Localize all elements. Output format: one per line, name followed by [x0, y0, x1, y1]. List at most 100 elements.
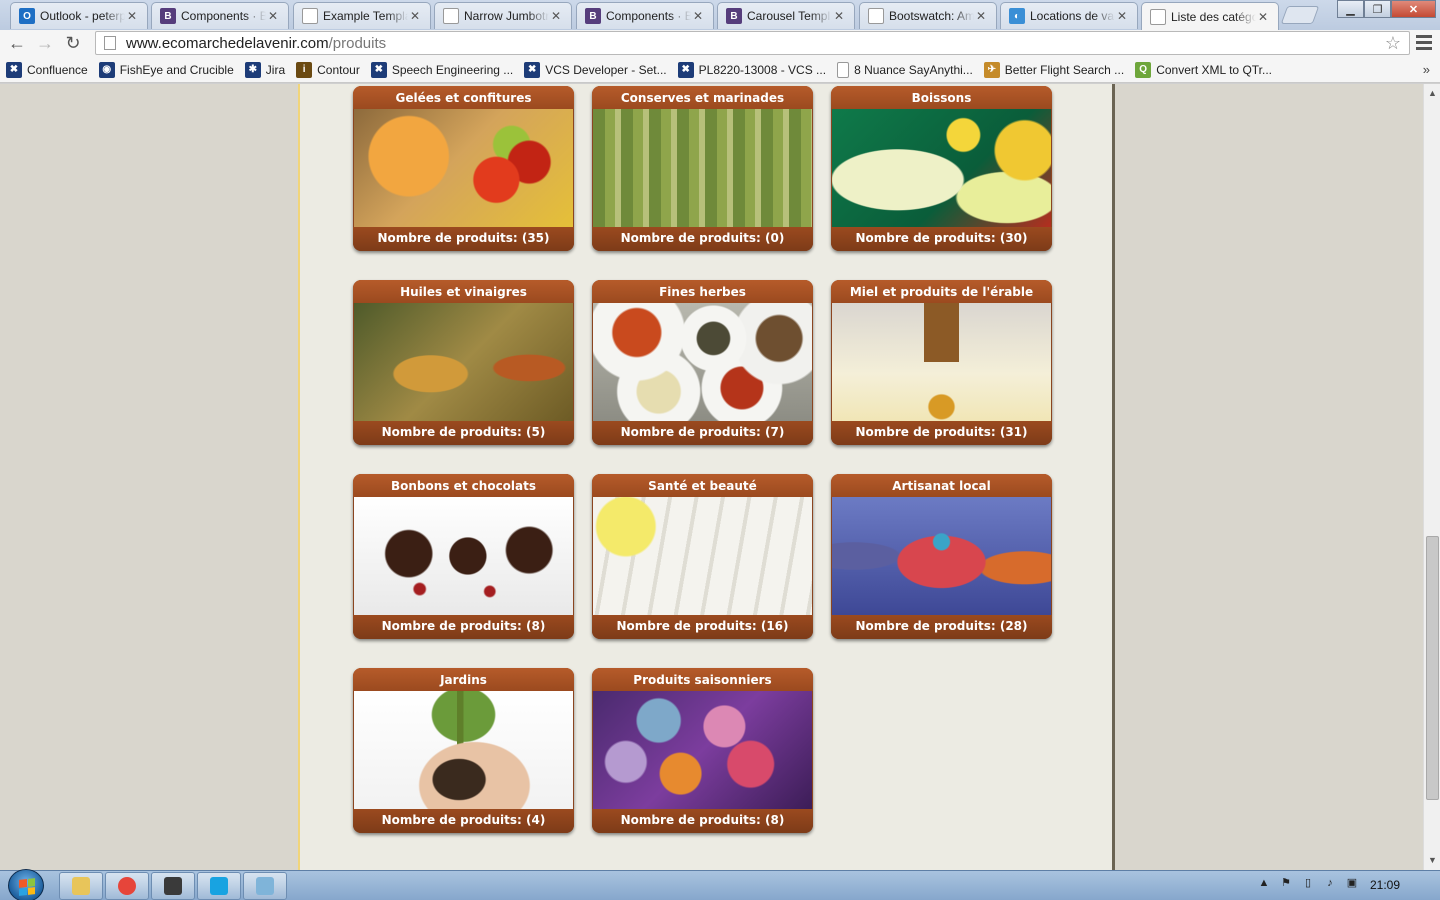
address-bar[interactable]: www.ecomarchedelavenir.com/produits ☆ — [95, 31, 1410, 55]
category-title[interactable]: Bonbons et chocolats — [353, 474, 574, 497]
back-arrow-icon[interactable]: ← — [3, 32, 31, 56]
category-image[interactable] — [593, 109, 812, 227]
browser-tab[interactable]: B Components · B ✕ — [151, 2, 289, 29]
browser-tab[interactable]: Example Templa ✕ — [293, 2, 431, 29]
terminal-icon — [164, 877, 182, 895]
start-button[interactable] — [8, 869, 44, 900]
category-title[interactable]: Santé et beauté — [592, 474, 813, 497]
taskbar-app-button[interactable] — [243, 872, 287, 900]
category-card[interactable]: Gelées et confitures Nombre de produits: … — [353, 86, 574, 251]
show-hidden-icons-icon[interactable]: ▲ — [1256, 875, 1272, 891]
tab-title: Components · B — [181, 9, 266, 23]
chrome-menu-icon[interactable] — [1416, 33, 1432, 51]
bookmark-item[interactable]: ✖ Confluence — [6, 61, 88, 78]
category-card[interactable]: Produits saisonniers Nombre de produits: … — [592, 668, 813, 833]
category-title[interactable]: Conserves et marinades — [592, 86, 813, 109]
bookmark-item[interactable]: ✖ Speech Engineering ... — [370, 61, 513, 78]
browser-tab[interactable]: Liste des catégor ✕ — [1141, 2, 1279, 30]
category-card[interactable]: Conserves et marinades Nombre de produits… — [592, 86, 813, 251]
category-title[interactable]: Miel et produits de l'érable — [831, 280, 1052, 303]
category-image[interactable] — [354, 691, 573, 809]
browser-tab[interactable]: Narrow Jumbotr ✕ — [434, 2, 572, 29]
category-title[interactable]: Gelées et confitures — [353, 86, 574, 109]
close-tab-icon[interactable]: ✕ — [266, 9, 280, 23]
maximize-button[interactable]: ❐ — [1364, 0, 1391, 18]
category-image[interactable] — [832, 497, 1051, 615]
browser-tab[interactable]: Bootswatch: Am ✕ — [859, 2, 997, 29]
close-tab-icon[interactable]: ✕ — [125, 9, 139, 23]
qt-icon: Q — [1135, 61, 1152, 78]
page-icon — [302, 8, 318, 24]
close-tab-icon[interactable]: ✕ — [1115, 9, 1129, 23]
category-image[interactable] — [832, 303, 1051, 421]
bookmark-item[interactable]: Q Convert XML to QTr... — [1135, 61, 1272, 78]
bookmark-label: 8 Nuance SayAnythi... — [854, 62, 973, 77]
outlook-icon: O — [19, 8, 35, 24]
bookmark-item[interactable]: 8 Nuance SayAnythi... — [837, 61, 973, 78]
network-icon[interactable]: ▣ — [1344, 875, 1360, 891]
close-tab-icon[interactable]: ✕ — [549, 9, 563, 23]
taskbar-app-button[interactable] — [59, 872, 103, 900]
category-image[interactable] — [593, 691, 812, 809]
close-tab-icon[interactable]: ✕ — [691, 9, 705, 23]
scroll-down-icon[interactable]: ▼ — [1426, 853, 1439, 867]
category-card[interactable]: Santé et beauté Nombre de produits: (16) — [592, 474, 813, 639]
browser-tab[interactable]: ◐ Locations de vac ✕ — [1000, 2, 1138, 29]
bookmark-item[interactable]: ✈ Better Flight Search ... — [983, 61, 1124, 78]
category-card[interactable]: Fines herbes Nombre de produits: (7) — [592, 280, 813, 445]
category-image[interactable] — [593, 497, 812, 615]
page-viewport: Gelées et confitures Nombre de produits: … — [0, 84, 1423, 870]
close-tab-icon[interactable]: ✕ — [832, 9, 846, 23]
category-card[interactable]: Bonbons et chocolats Nombre de produits: … — [353, 474, 574, 639]
new-tab-button[interactable] — [1280, 6, 1320, 24]
category-image[interactable] — [354, 109, 573, 227]
browser-tab[interactable]: B Components · B ✕ — [576, 2, 714, 29]
scroll-up-icon[interactable]: ▲ — [1426, 86, 1439, 100]
browser-tab[interactable]: B Carousel Templ ✕ — [717, 2, 855, 29]
power-icon[interactable]: ▯ — [1300, 875, 1316, 891]
bookmark-item[interactable]: ✖ VCS Developer - Set... — [524, 61, 667, 78]
close-tab-icon[interactable]: ✕ — [974, 9, 988, 23]
category-card[interactable]: Miel et produits de l'érable Nombre de pr… — [831, 280, 1052, 445]
bookmark-star-icon[interactable]: ☆ — [1385, 33, 1401, 54]
close-tab-icon[interactable]: ✕ — [408, 9, 422, 23]
category-image[interactable] — [354, 497, 573, 615]
bookmark-label: FishEye and Crucible — [119, 62, 234, 77]
category-card[interactable]: Jardins Nombre de produits: (4) — [353, 668, 574, 833]
explorer-icon — [72, 877, 90, 895]
volume-icon[interactable]: ♪ — [1322, 875, 1338, 891]
bookmark-item[interactable]: ✖ PL8220-13008 - VCS ... — [677, 61, 826, 78]
category-title[interactable]: Huiles et vinaigres — [353, 280, 574, 303]
vertical-scrollbar[interactable]: ▲ ▼ — [1423, 84, 1440, 870]
close-window-button[interactable]: ✕ — [1391, 0, 1436, 18]
category-card[interactable]: Boissons Nombre de produits: (30) — [831, 86, 1052, 251]
bookmark-item[interactable]: i Contour — [296, 61, 360, 78]
globe-icon: ◐ — [1009, 8, 1025, 24]
browser-tab[interactable]: O Outlook - peterp ✕ — [10, 2, 148, 29]
product-count: Nombre de produits: (8) — [353, 615, 574, 639]
taskbar-app-button[interactable] — [151, 872, 195, 900]
category-title[interactable]: Produits saisonniers — [592, 668, 813, 691]
forward-arrow-icon[interactable]: → — [31, 32, 59, 56]
taskbar-app-button[interactable] — [105, 872, 149, 900]
category-title[interactable]: Fines herbes — [592, 280, 813, 303]
category-image[interactable] — [354, 303, 573, 421]
bookmark-item[interactable]: ✱ Jira — [244, 61, 285, 78]
category-image[interactable] — [832, 109, 1051, 227]
close-tab-icon[interactable]: ✕ — [1256, 10, 1270, 24]
bookmark-item[interactable]: ◉ FishEye and Crucible — [98, 61, 234, 78]
category-card[interactable]: Artisanat local Nombre de produits: (28) — [831, 474, 1052, 639]
tab-title: Bootswatch: Am — [889, 9, 974, 23]
category-title[interactable]: Jardins — [353, 668, 574, 691]
category-image[interactable] — [593, 303, 812, 421]
reload-icon[interactable]: ↻ — [59, 32, 87, 56]
category-title[interactable]: Artisanat local — [831, 474, 1052, 497]
clock[interactable]: 21:09 — [1370, 878, 1400, 892]
taskbar-app-button[interactable] — [197, 872, 241, 900]
category-card[interactable]: Huiles et vinaigres Nombre de produits: (… — [353, 280, 574, 445]
category-title[interactable]: Boissons — [831, 86, 1052, 109]
bookmarks-more-button[interactable]: » — [1423, 62, 1430, 77]
scroll-thumb[interactable] — [1426, 536, 1439, 800]
action-center-icon[interactable]: ⚑ — [1278, 875, 1294, 891]
minimize-button[interactable]: ▁ — [1337, 0, 1364, 18]
